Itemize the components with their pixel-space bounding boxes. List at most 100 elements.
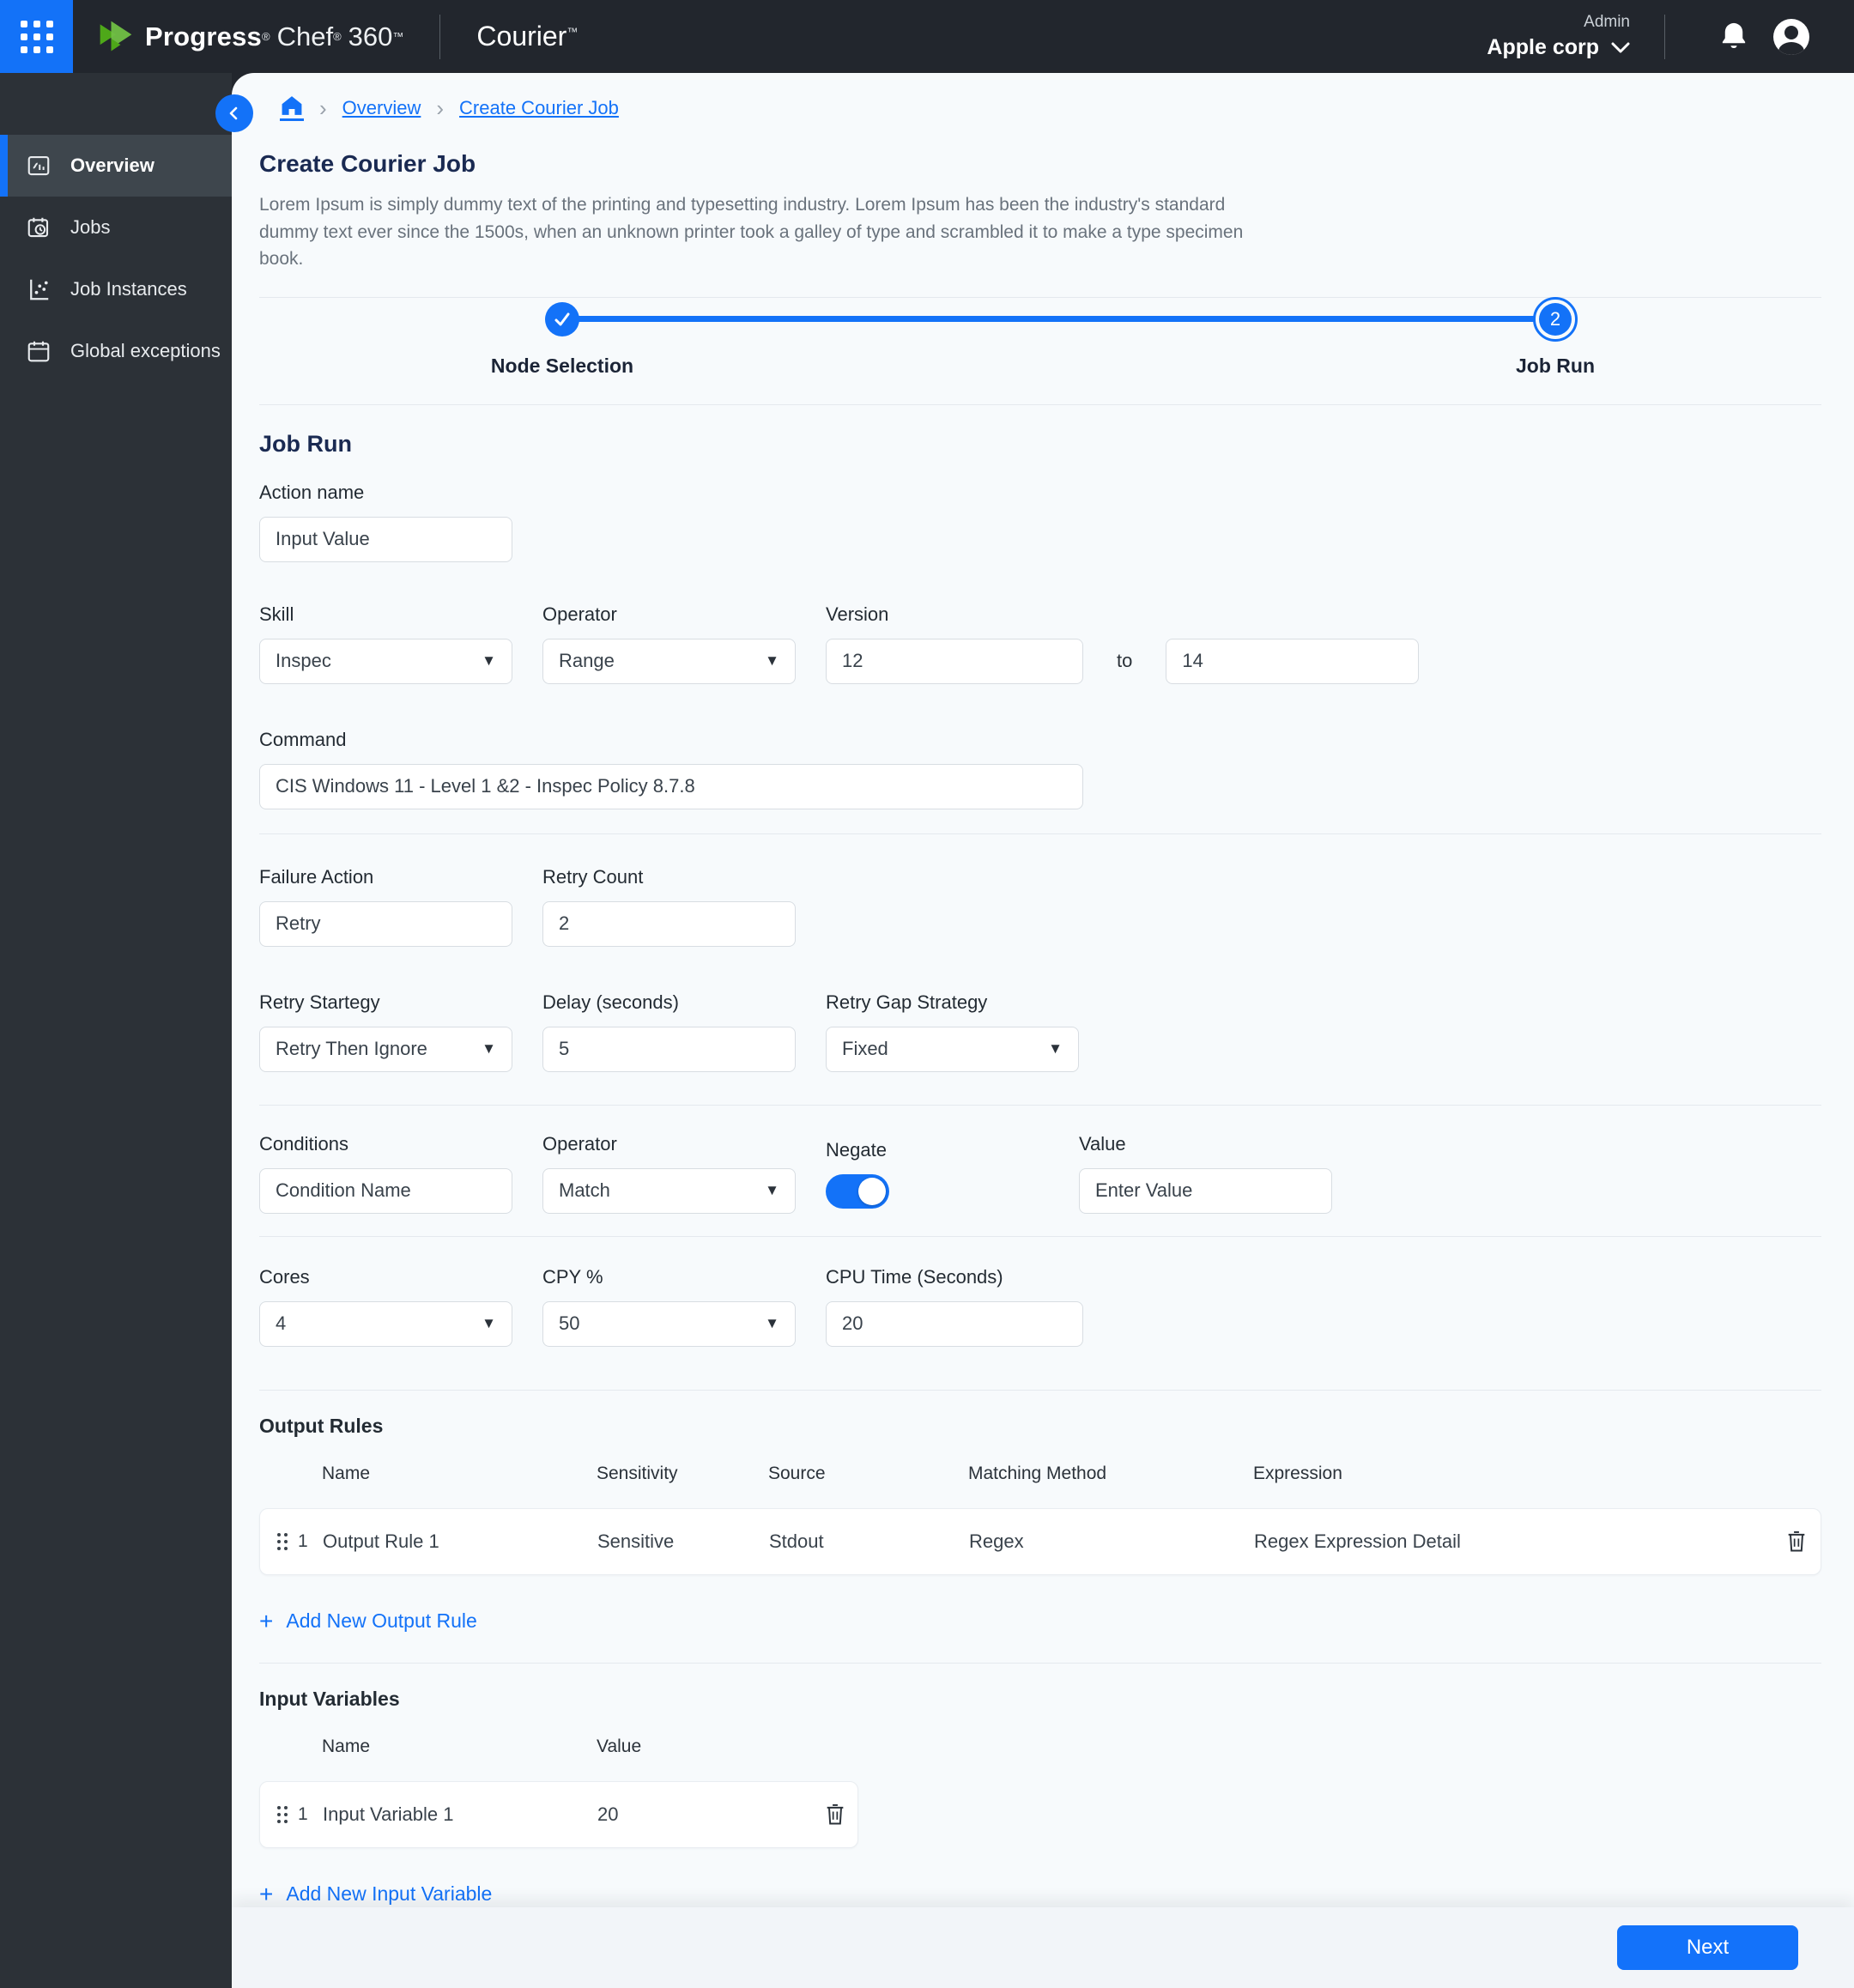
divider (259, 1662, 1821, 1664)
operator-select[interactable]: Range ▼ (542, 638, 796, 684)
plus-icon: + (259, 1880, 274, 1907)
caret-down-icon: ▼ (765, 1182, 779, 1198)
header-divider-2 (1664, 14, 1665, 59)
retry-count-input[interactable] (542, 900, 796, 947)
delete-output-rule-button[interactable] (1772, 1530, 1821, 1554)
retry-count-field: Retry Count (542, 866, 796, 947)
brand-360-text: 360 (348, 21, 393, 52)
action-name-label: Action name (259, 481, 365, 503)
home-icon (282, 96, 302, 115)
input-variables-header: Name Value (259, 1736, 858, 1757)
skill-label: Skill (259, 603, 294, 625)
brand-reg-mark2: ® (333, 30, 342, 43)
version-from-input[interactable] (826, 638, 1083, 684)
retry-gap-strategy-field: Retry Gap Strategy Fixed ▼ (826, 991, 1079, 1072)
action-name-input[interactable] (259, 516, 512, 562)
global-exceptions-icon (27, 341, 50, 362)
value-input[interactable] (1079, 1167, 1332, 1214)
delete-input-variable-button[interactable] (813, 1803, 857, 1827)
caret-down-icon: ▼ (765, 1315, 779, 1331)
cpu-time-input[interactable] (826, 1300, 1083, 1347)
version-to-field (1166, 638, 1420, 684)
divider (259, 1235, 1821, 1237)
sidebar-item-label: Overview (70, 155, 154, 176)
sidebar-item-label: Job Instances (70, 278, 187, 300)
brand-tm-mark: ™ (392, 30, 404, 43)
operator-label: Operator (542, 603, 617, 625)
cpy-select[interactable]: 50 ▼ (542, 1300, 796, 1347)
org-role-label: Admin (1584, 13, 1630, 31)
output-rules-header: Name Sensitivity Source Matching Method … (259, 1464, 1821, 1484)
account-button[interactable] (1773, 18, 1809, 55)
negate-toggle[interactable] (826, 1173, 889, 1209)
job-instances-icon (30, 279, 49, 300)
delay-input[interactable] (542, 1026, 796, 1072)
add-new-output-rule-button[interactable]: + Add New Output Rule (259, 1609, 477, 1633)
breadcrumb: › Overview › Create Courier Job (280, 95, 1821, 121)
conditions-input[interactable] (259, 1167, 512, 1214)
negate-field: Negate (826, 1139, 1049, 1214)
sidebar-item-overview[interactable]: Overview (0, 135, 232, 197)
home-breadcrumb-link[interactable] (280, 95, 304, 121)
stepper: 2 Node Selection Job Run (259, 296, 1821, 404)
column-header-name: Name (322, 1736, 371, 1756)
sidebar: Overview Jobs Job Instances Global excep… (0, 73, 232, 1988)
org-name: Apple corp (1487, 35, 1599, 59)
next-button[interactable]: Next (1617, 1925, 1798, 1970)
cores-field: Cores 4 ▼ (259, 1266, 512, 1347)
wizard-footer: Next (232, 1907, 1854, 1988)
cpy-label: CPY % (542, 1265, 603, 1288)
breadcrumb-separator: › (436, 95, 445, 121)
delay-label: Delay (seconds) (542, 991, 679, 1013)
failure-action-field: Failure Action (259, 866, 512, 947)
drag-handle-icon[interactable] (277, 1532, 298, 1550)
step-node-selection-indicator[interactable] (545, 301, 579, 336)
app-grid-button[interactable] (0, 0, 73, 73)
input-variable-value: 20 (597, 1803, 619, 1825)
version-to-input[interactable] (1166, 638, 1420, 684)
divider (259, 403, 1821, 405)
notifications-button[interactable] (1718, 21, 1749, 53)
sidebar-item-global-exceptions[interactable]: Global exceptions (0, 320, 232, 382)
sidebar-item-job-instances[interactable]: Job Instances (0, 258, 232, 320)
toggle-knob (858, 1177, 886, 1205)
avatar-icon (1773, 18, 1809, 55)
input-variable-row: 1 Input Variable 1 20 (259, 1780, 858, 1848)
progress-logo-icon (100, 21, 132, 51)
brand-progress-text: Progress (145, 21, 262, 52)
caret-down-icon: ▼ (482, 652, 496, 669)
main-content: › Overview › Create Courier Job Create C… (232, 73, 1854, 1988)
breadcrumb-create-courier-job-link[interactable]: Create Courier Job (459, 97, 619, 119)
stepper-connector (562, 315, 1555, 322)
skill-field: Skill Inspec ▼ (259, 603, 512, 684)
sidebar-collapse-button[interactable] (215, 94, 253, 132)
page-description: Lorem Ipsum is simply dummy text of the … (259, 195, 1244, 269)
failure-action-input[interactable] (259, 900, 512, 947)
plus-icon: + (259, 1607, 274, 1634)
output-rule-sensitivity: Sensitive (597, 1530, 675, 1552)
condition-operator-select[interactable]: Match ▼ (542, 1167, 796, 1214)
sidebar-item-jobs[interactable]: Jobs (0, 197, 232, 258)
caret-down-icon: ▼ (482, 1315, 496, 1331)
skill-selected-value: Inspec (276, 650, 331, 671)
org-switcher[interactable]: Admin Apple corp (1487, 13, 1630, 60)
add-new-input-variable-button[interactable]: + Add New Input Variable (259, 1882, 492, 1906)
version-to-label: to (1117, 649, 1133, 671)
divider (259, 1389, 1821, 1391)
bell-icon (1722, 22, 1746, 48)
divider (259, 833, 1821, 834)
cpu-time-label: CPU Time (Seconds) (826, 1265, 1003, 1288)
drag-handle-icon[interactable] (277, 1805, 298, 1823)
version-from-field: Version (826, 603, 1083, 684)
cores-select[interactable]: 4 ▼ (259, 1300, 512, 1347)
retry-gap-strategy-select[interactable]: Fixed ▼ (826, 1026, 1079, 1072)
breadcrumb-overview-link[interactable]: Overview (342, 97, 421, 119)
caret-down-icon: ▼ (765, 652, 779, 669)
command-input[interactable] (259, 763, 1083, 809)
header-divider (439, 14, 441, 59)
retry-strategy-select[interactable]: Retry Then Ignore ▼ (259, 1026, 512, 1072)
column-header-expression: Expression (1253, 1463, 1342, 1483)
action-name-field: Action name (259, 482, 512, 562)
skill-select[interactable]: Inspec ▼ (259, 638, 512, 684)
step-job-run-indicator[interactable]: 2 (1533, 296, 1578, 342)
